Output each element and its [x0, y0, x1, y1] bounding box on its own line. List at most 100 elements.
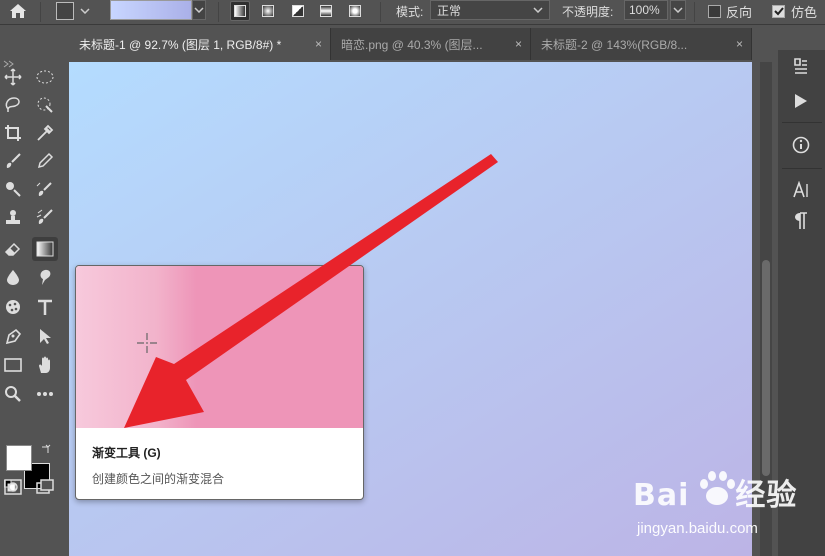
angle-gradient-button[interactable] [288, 1, 308, 21]
preset-dropdown-button[interactable] [78, 0, 92, 22]
actions-play-button[interactable] [786, 88, 816, 114]
chevron-down-icon [194, 7, 204, 13]
document-tab-bar: 未标题-1 @ 92.7% (图层 1, RGB/8#) * × 暗恋.png … [69, 28, 752, 60]
tab-label: 未标题-1 @ 92.7% (图层 1, RGB/8#) * [79, 37, 282, 52]
reverse-checkbox-wrap[interactable] [708, 0, 721, 22]
gradient-tool-tooltip: 渐变工具 (G) 创建颜色之间的渐变混合 [75, 265, 364, 500]
toolbar-collapse-grip[interactable] [0, 55, 64, 68]
linear-gradient-button[interactable] [230, 1, 250, 21]
swap-colors-icon[interactable] [40, 443, 52, 455]
divider [380, 2, 381, 22]
move-icon [4, 68, 22, 86]
gradient-icon [36, 241, 54, 257]
home-button[interactable] [4, 0, 32, 22]
pen-tool[interactable] [0, 324, 26, 348]
pencil-tool[interactable] [32, 149, 58, 173]
zoom-tool[interactable] [0, 382, 26, 406]
screen-mode-button[interactable] [32, 475, 58, 499]
foreground-color-swatch[interactable] [6, 445, 32, 471]
diamond-gradient-button[interactable] [345, 1, 365, 21]
paw-logo-icon [700, 471, 735, 505]
chevron-down-icon [533, 7, 543, 13]
opacity-dropdown-button[interactable] [670, 0, 686, 20]
more-dots-icon [37, 392, 53, 396]
gradient-picker-dropdown[interactable] [192, 0, 206, 20]
quick-mask-button[interactable] [0, 475, 26, 499]
clone-stamp-tool[interactable] [0, 177, 26, 201]
history-panel-button[interactable] [786, 54, 816, 80]
radial-gradient-button[interactable] [258, 1, 278, 21]
opacity-input[interactable]: 100% [624, 0, 668, 20]
watermark-logo-right: 经验 [735, 478, 798, 513]
tab-document-3[interactable]: 未标题-2 @ 143%(RGB/8... × [531, 28, 752, 60]
info-panel-button[interactable] [786, 132, 816, 158]
rectangle-tool[interactable] [0, 353, 26, 377]
diamond-gradient-icon [349, 5, 361, 17]
marquee-tool[interactable] [32, 65, 58, 89]
divider [218, 2, 219, 22]
hand-tool[interactable] [32, 353, 58, 377]
gradient-tool[interactable] [32, 237, 58, 261]
gradient-editor-swatch[interactable] [110, 0, 192, 20]
art-history-brush-tool[interactable] [32, 205, 58, 229]
chevron-down-icon [673, 7, 683, 13]
character-panel-button[interactable] [786, 177, 816, 203]
tools-panel [0, 25, 64, 556]
lasso-icon [5, 97, 20, 112]
dither-checkbox-wrap[interactable] [772, 0, 785, 22]
blend-mode-select[interactable]: 正常 [430, 0, 550, 20]
edit-toolbar-button[interactable] [32, 382, 58, 406]
history-brush-icon [36, 182, 52, 196]
tooltip-title: 渐变工具 (G) [92, 446, 161, 460]
quick-selection-tool[interactable] [32, 93, 58, 117]
dither-label: 仿色 [791, 4, 818, 20]
close-tab-icon[interactable]: × [515, 37, 522, 51]
rectangle-icon [4, 358, 22, 372]
magnifier-icon [5, 386, 21, 402]
history-brush-tool[interactable] [32, 177, 58, 201]
divider [694, 2, 695, 22]
eyedropper-tool[interactable] [32, 121, 58, 145]
radial-gradient-icon [262, 5, 274, 17]
scrollbar-thumb[interactable] [762, 260, 770, 476]
smudge-icon [40, 269, 51, 285]
screen-mode-icon [36, 479, 54, 494]
linear-gradient-icon [234, 5, 246, 17]
brush-tool[interactable] [0, 149, 26, 173]
blend-mode-value: 正常 [437, 3, 462, 18]
tab-document-2[interactable]: 暗恋.png @ 40.3% (图层... × [331, 28, 531, 60]
hand-icon [39, 356, 50, 373]
blur-tool[interactable] [0, 265, 26, 289]
tool-preset-picker[interactable] [56, 2, 74, 20]
eraser-tool[interactable] [0, 237, 26, 261]
dither-checkbox[interactable] [772, 4, 785, 18]
smudge-tool[interactable] [32, 265, 58, 289]
watermark-logo-left: Bai [633, 478, 690, 513]
reverse-label: 反向 [726, 4, 753, 20]
baidu-jingyan-watermark: Bai 经验 jingyan.baidu.com [625, 466, 825, 546]
crop-icon [5, 125, 21, 141]
sponge-tool[interactable] [0, 295, 26, 319]
type-tool[interactable] [32, 295, 58, 319]
close-tab-icon[interactable]: × [315, 37, 322, 51]
paragraph-panel-button[interactable] [786, 208, 816, 234]
move-tool[interactable] [0, 65, 26, 89]
checkmark-icon [773, 6, 784, 15]
play-icon [795, 94, 807, 108]
divider [40, 2, 41, 22]
path-selection-tool[interactable] [32, 324, 58, 348]
info-icon [792, 136, 810, 154]
tab-document-1[interactable]: 未标题-1 @ 92.7% (图层 1, RGB/8#) * × [69, 28, 331, 60]
ellipse-marquee-icon [36, 70, 54, 84]
cursor-arrow-icon [40, 329, 51, 344]
watermark-url: jingyan.baidu.com [637, 520, 758, 537]
reflected-gradient-button[interactable] [316, 1, 336, 21]
reverse-checkbox[interactable] [708, 4, 721, 18]
type-icon [38, 299, 52, 315]
eyedropper-icon [37, 124, 54, 141]
home-icon [10, 4, 26, 18]
crop-tool[interactable] [0, 121, 26, 145]
close-tab-icon[interactable]: × [736, 37, 743, 51]
stamp-tool[interactable] [0, 205, 26, 229]
lasso-tool[interactable] [0, 93, 26, 117]
